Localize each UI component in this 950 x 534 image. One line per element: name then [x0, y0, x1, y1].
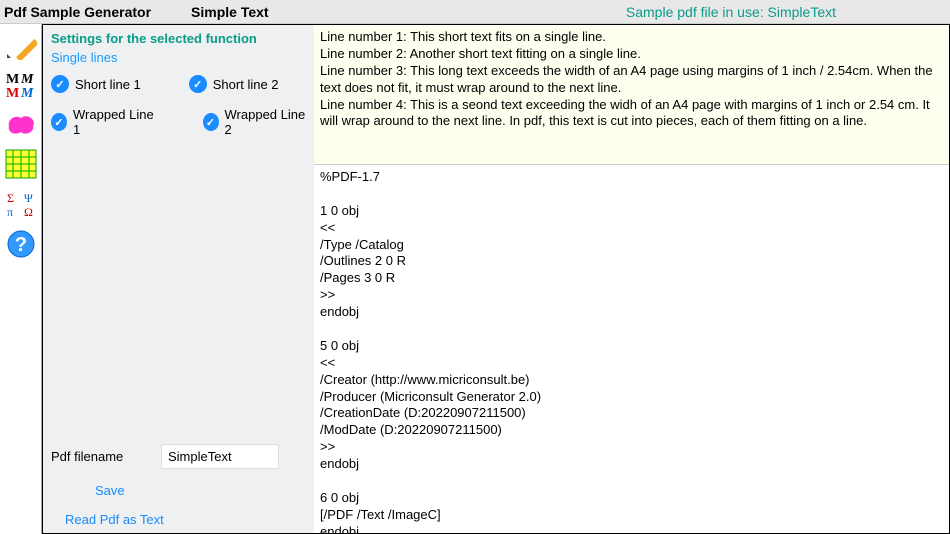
content-frame: Settings for the selected function Singl…: [42, 24, 950, 534]
check-circle-icon: ✓: [51, 75, 69, 93]
mm-icon[interactable]: M M M M: [3, 66, 39, 102]
grid-icon[interactable]: [3, 146, 39, 182]
filename-input[interactable]: [161, 444, 279, 469]
svg-text:π: π: [7, 205, 13, 219]
svg-text:Ω: Ω: [24, 205, 33, 219]
check-short-line-1[interactable]: ✓ Short line 1: [51, 75, 141, 93]
svg-text:Ψ: Ψ: [24, 191, 33, 205]
check-short-line-2[interactable]: ✓ Short line 2: [189, 75, 279, 93]
check-circle-icon: ✓: [51, 113, 67, 131]
check-row-2: ✓ Wrapped Line 1 ✓ Wrapped Line 2: [51, 107, 306, 137]
read-pdf-as-text-button[interactable]: Read Pdf as Text: [65, 512, 306, 527]
text-preview: Line number 1: This short text fits on a…: [314, 25, 949, 165]
check-label: Wrapped Line 1: [73, 107, 154, 137]
settings-panel: Settings for the selected function Singl…: [43, 25, 314, 533]
check-row-1: ✓ Short line 1 ✓ Short line 2: [51, 75, 306, 93]
settings-header: Settings for the selected function: [51, 31, 306, 46]
filename-label: Pdf filename: [51, 449, 141, 464]
check-circle-icon: ✓: [203, 113, 219, 131]
svg-text:M: M: [20, 72, 34, 87]
math-icon[interactable]: Σ Ψ π Ω: [3, 186, 39, 222]
settings-subheader: Single lines: [51, 50, 306, 65]
main-area: M M M M Σ Ψ π Ω ?: [0, 24, 950, 534]
svg-text:M: M: [6, 72, 19, 87]
preview-line: Line number 2: Another short text fittin…: [320, 46, 943, 63]
sidebar: M M M M Σ Ψ π Ω ?: [0, 24, 42, 534]
preview-line: Line number 1: This short text fits on a…: [320, 29, 943, 46]
check-label: Short line 2: [213, 77, 279, 92]
top-bar: Pdf Sample Generator Simple Text Sample …: [0, 0, 950, 24]
raw-pdf-output: %PDF-1.7 1 0 obj << /Type /Catalog /Outl…: [314, 165, 949, 533]
preview-line: Line number 4: This is a seond text exce…: [320, 97, 943, 131]
svg-text:M: M: [6, 86, 19, 99]
preview-line: Line number 3: This long text exceeds th…: [320, 63, 943, 97]
check-wrapped-line-1[interactable]: ✓ Wrapped Line 1: [51, 107, 155, 137]
file-in-use-label: Sample pdf file in use: SimpleText: [626, 4, 836, 20]
save-button[interactable]: Save: [95, 483, 306, 498]
pencil-icon[interactable]: [3, 26, 39, 62]
output-panel: Line number 1: This short text fits on a…: [314, 25, 949, 533]
check-label: Short line 1: [75, 77, 141, 92]
page-subtitle: Simple Text: [191, 4, 269, 20]
filename-row: Pdf filename: [51, 444, 306, 469]
svg-text:Σ: Σ: [7, 191, 14, 205]
app-title: Pdf Sample Generator: [4, 4, 151, 20]
blob-icon[interactable]: [3, 106, 39, 142]
help-icon[interactable]: ?: [3, 226, 39, 262]
check-label: Wrapped Line 2: [225, 107, 306, 137]
svg-text:?: ?: [14, 234, 26, 256]
svg-text:M: M: [20, 86, 34, 99]
check-wrapped-line-2[interactable]: ✓ Wrapped Line 2: [203, 107, 307, 137]
check-circle-icon: ✓: [189, 75, 207, 93]
